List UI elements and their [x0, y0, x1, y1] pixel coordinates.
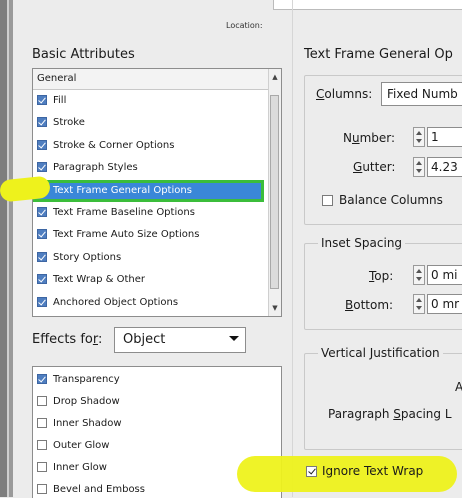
- inset-spacing-title: Inset Spacing: [318, 236, 406, 250]
- basic-attribute-item-checkbox[interactable]: [37, 162, 47, 173]
- effect-item[interactable]: Outer Glow: [33, 435, 281, 457]
- balance-columns-checkbox[interactable]: [322, 195, 333, 206]
- basic-attributes-title: Basic Attributes: [32, 47, 135, 62]
- top-input[interactable]: 0 mi: [427, 265, 462, 285]
- paragraph-spacing-label: Paragraph Spacing L: [328, 407, 452, 421]
- pane-divider: [292, 0, 293, 497]
- number-stepper[interactable]: [413, 127, 425, 147]
- effect-item-checkbox[interactable]: [37, 484, 47, 494]
- top-stepper[interactable]: [413, 265, 425, 285]
- location-field-edge: [273, 0, 462, 10]
- basic-attribute-item[interactable]: Anchored Object Options: [33, 292, 281, 314]
- basic-attribute-item[interactable]: Fill: [33, 90, 281, 112]
- basic-attribute-item-label: Stroke & Corner Options: [53, 139, 175, 151]
- basic-attribute-item-label: Story Options: [53, 251, 122, 263]
- effect-item-label: Transparency: [53, 374, 120, 385]
- top-label: Top:: [369, 269, 394, 283]
- number-input[interactable]: 1: [427, 127, 462, 147]
- basic-attribute-item-label: Text Frame Baseline Options: [53, 207, 195, 218]
- window-frame-edge-inner: [9, 0, 13, 497]
- alignment-label-partial: A: [455, 380, 462, 394]
- text-frame-general-title: Text Frame General Op: [304, 47, 453, 62]
- basic-attribute-item-label: Paragraph Styles: [53, 162, 138, 174]
- effects-for-value: Object: [123, 332, 166, 347]
- basic-attribute-item[interactable]: Stroke: [33, 112, 281, 134]
- effects-for-select[interactable]: Object: [114, 327, 246, 353]
- basic-attribute-item-checkbox[interactable]: [37, 296, 47, 307]
- basic-attributes-list[interactable]: General Fill Stroke Stroke & Corner Option…: [32, 68, 282, 317]
- effect-item-label: Drop Shadow: [53, 396, 120, 407]
- effect-item[interactable]: Transparency: [33, 369, 281, 391]
- chevron-down-icon: [229, 336, 239, 341]
- vertical-justification-group: [304, 353, 462, 450]
- basic-attribute-item[interactable]: Text Frame General Options: [33, 179, 264, 202]
- scroll-thumb[interactable]: [270, 95, 279, 289]
- ignore-text-wrap-checkbox[interactable]: [306, 466, 317, 477]
- effect-item-label: Inner Shadow: [53, 418, 122, 429]
- number-label: Number:: [343, 131, 396, 145]
- basic-attribute-item[interactable]: Stroke & Corner Options: [33, 135, 281, 157]
- effect-item-label: Bevel and Emboss: [53, 484, 145, 495]
- ignore-text-wrap-label: Ignore Text Wrap: [322, 464, 424, 478]
- effect-item-label: Outer Glow: [53, 440, 110, 451]
- basic-attribute-item-checkbox[interactable]: [37, 229, 47, 240]
- effect-item-checkbox[interactable]: [37, 418, 47, 428]
- columns-value: Fixed Numb: [387, 87, 458, 101]
- basic-attribute-item[interactable]: Text Frame Auto Size Options: [33, 224, 281, 246]
- location-label: Location:: [226, 21, 263, 30]
- basic-attribute-item-label: Stroke: [53, 117, 85, 129]
- basic-attribute-item-checkbox[interactable]: [37, 274, 47, 285]
- scroll-down-arrow-icon[interactable]: ▼: [269, 302, 281, 314]
- effect-item-checkbox[interactable]: [37, 462, 47, 472]
- basic-attribute-item[interactable]: Story Options: [33, 247, 281, 269]
- basic-attribute-item-label: Fill: [53, 95, 67, 106]
- gutter-stepper[interactable]: [413, 157, 425, 177]
- effect-item[interactable]: Drop Shadow: [33, 391, 281, 413]
- effect-item-checkbox[interactable]: [37, 440, 47, 450]
- basic-attribute-item-label: Text Frame Auto Size Options: [53, 229, 200, 241]
- bottom-label: Bottom:: [345, 298, 394, 312]
- basic-attribute-item[interactable]: Text Frame Baseline Options: [33, 202, 281, 224]
- basic-attributes-scrollbar[interactable]: ▲ ▼: [268, 69, 281, 316]
- effect-item-label: Inner Glow: [53, 462, 107, 473]
- gutter-input[interactable]: 4.23: [427, 157, 462, 177]
- effects-for-label: Effects for:: [32, 332, 103, 347]
- basic-attribute-item-checkbox[interactable]: [37, 139, 47, 150]
- basic-attribute-item[interactable]: Paragraph Styles: [33, 157, 281, 179]
- effect-item[interactable]: Inner Shadow: [33, 413, 281, 435]
- basic-attribute-item-checkbox[interactable]: [37, 95, 47, 105]
- basic-attribute-item-label: Anchored Object Options: [53, 296, 179, 308]
- scroll-up-arrow-icon[interactable]: ▲: [269, 71, 281, 83]
- gutter-label: Gutter:: [353, 160, 396, 174]
- basic-attribute-item-label: Text Wrap & Other: [53, 274, 145, 286]
- inset-spacing-group: [304, 243, 462, 330]
- basic-attribute-item-checkbox[interactable]: [37, 117, 47, 128]
- balance-columns-label: Balance Columns: [339, 193, 443, 207]
- basic-attribute-item-label: Text Frame General Options: [53, 184, 192, 196]
- basic-attribute-item-checkbox[interactable]: [37, 207, 47, 217]
- effect-item-checkbox[interactable]: [37, 374, 47, 384]
- bottom-stepper[interactable]: [413, 294, 425, 314]
- columns-label: Columns:: [316, 87, 373, 101]
- list-header-general: General: [33, 69, 281, 90]
- effect-item-checkbox[interactable]: [37, 396, 47, 406]
- columns-select[interactable]: Fixed Numb: [381, 82, 462, 106]
- basic-attribute-item-checkbox[interactable]: [37, 251, 47, 262]
- basic-attribute-item[interactable]: Text Wrap & Other: [33, 269, 281, 291]
- bottom-input[interactable]: 0 mr: [427, 294, 462, 314]
- window-frame-edge: [0, 0, 7, 497]
- vertical-justification-title: Vertical Justification: [318, 346, 443, 360]
